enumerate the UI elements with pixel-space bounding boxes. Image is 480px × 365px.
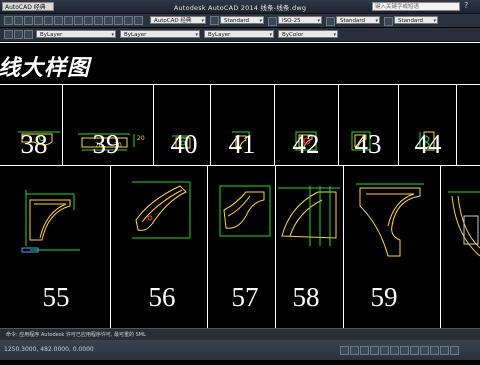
status-bar: 1250.3000, 482.0000, 0.0000 [0, 340, 480, 360]
redo-icon[interactable] [114, 16, 123, 25]
paste-icon[interactable] [84, 16, 93, 25]
lineweight-icon[interactable] [420, 346, 429, 355]
layer-properties-icon[interactable] [4, 30, 13, 39]
text-style-combo[interactable]: Standard [220, 16, 264, 24]
new-file-icon[interactable] [4, 16, 13, 25]
dynamic-ucs-icon[interactable] [400, 346, 409, 355]
dim-style-combo[interactable]: ISO-25 [278, 16, 322, 24]
help-icon[interactable]: ? [464, 1, 468, 10]
detail-number-56: 56 [148, 282, 176, 312]
pan-icon[interactable] [124, 16, 133, 25]
status-toggles [340, 346, 460, 365]
standard-toolbar: AutoCAD 经典 Standard ISO-25 Standard Stan… [0, 14, 480, 27]
dim-style-icon[interactable] [268, 17, 277, 26]
detail-55-drawing [21, 190, 80, 253]
print-preview-icon[interactable] [44, 16, 53, 25]
copy-icon[interactable] [74, 16, 83, 25]
detail-56-drawing [132, 181, 191, 239]
command-line-text: 命令: 应用程序 Autodesk 许可已应用程序许可, 最可重的 SML [6, 332, 146, 338]
detail-number-39: 39 [92, 129, 120, 159]
table-style-icon[interactable] [326, 17, 335, 26]
drawing-title: 线大样图 [0, 55, 91, 81]
zoom-icon[interactable] [134, 16, 143, 25]
coordinate-readout: 1250.3000, 482.0000, 0.0000 [4, 346, 94, 353]
multileader-style-combo[interactable]: Standard [394, 16, 438, 24]
detail-59-drawing [356, 183, 424, 257]
model-space-icon[interactable] [440, 346, 449, 355]
text-style-icon[interactable] [210, 16, 219, 25]
detail-number-42: 42 [292, 129, 320, 159]
detail-number-38: 38 [20, 129, 48, 159]
multileader-style-icon[interactable] [384, 17, 393, 26]
print-icon[interactable] [34, 16, 43, 25]
detail-number-43: 43 [354, 129, 382, 159]
frame-top-line [0, 42, 480, 43]
drawing-canvas[interactable]: 线大样图 70 30 20 38 39 40 41 42 43 44 55 56… [0, 42, 480, 328]
detail-number-41: 41 [228, 129, 256, 159]
object-snap-tracking-icon[interactable] [390, 346, 399, 355]
dim-20-label: 20 [137, 135, 145, 142]
properties-toolbar: ByLayer ByLayer ByLayer ByColor [0, 28, 480, 42]
polar-tracking-icon[interactable] [370, 346, 379, 355]
snap-mode-icon[interactable] [340, 346, 349, 355]
save-icon[interactable] [24, 16, 33, 25]
match-properties-icon[interactable] [94, 16, 103, 25]
plot-style-combo[interactable]: ByColor [278, 30, 338, 38]
cut-icon[interactable] [64, 16, 73, 25]
standard-toolbar-icons [4, 16, 144, 25]
undo-icon[interactable] [104, 16, 113, 25]
dynamic-input-icon[interactable] [410, 346, 419, 355]
quick-properties-icon[interactable] [430, 346, 439, 355]
lineweight-combo[interactable]: ByLayer [204, 30, 274, 38]
open-file-icon[interactable] [14, 16, 23, 25]
layer-toolbar-icons [4, 30, 34, 39]
grid-display-icon[interactable] [350, 346, 359, 355]
detail-number-58: 58 [292, 282, 320, 312]
detail-57-drawing [219, 185, 271, 237]
table-style-combo[interactable]: Standard [336, 16, 380, 24]
ortho-mode-icon[interactable] [360, 346, 369, 355]
detail-number-59: 59 [370, 282, 398, 312]
detail-58-drawing [278, 186, 340, 246]
title-bar: AutoCAD 经典 Autodesk AutoCAD 2014 线条-线条.d… [0, 0, 480, 14]
styles-toolbar-icons [210, 16, 220, 25]
workspace-combo[interactable]: AutoCAD 经典 [150, 16, 206, 24]
detail-number-44: 44 [414, 129, 442, 159]
object-snap-icon[interactable] [380, 346, 389, 355]
layer-previous-icon[interactable] [24, 30, 33, 39]
detail-number-55: 55 [42, 282, 70, 312]
linetype-combo[interactable]: ByLayer [120, 30, 200, 38]
workspace-gear-icon[interactable] [450, 346, 459, 355]
detail-number-57: 57 [231, 282, 259, 312]
detail-number-40: 40 [170, 129, 198, 159]
publish-icon[interactable] [54, 16, 63, 25]
layer-state-icon[interactable] [14, 30, 23, 39]
layer-combo[interactable]: ByLayer [36, 30, 116, 38]
detail-60-partial-drawing [448, 191, 480, 257]
search-input[interactable]: 键入关键字或短语 [372, 2, 460, 11]
